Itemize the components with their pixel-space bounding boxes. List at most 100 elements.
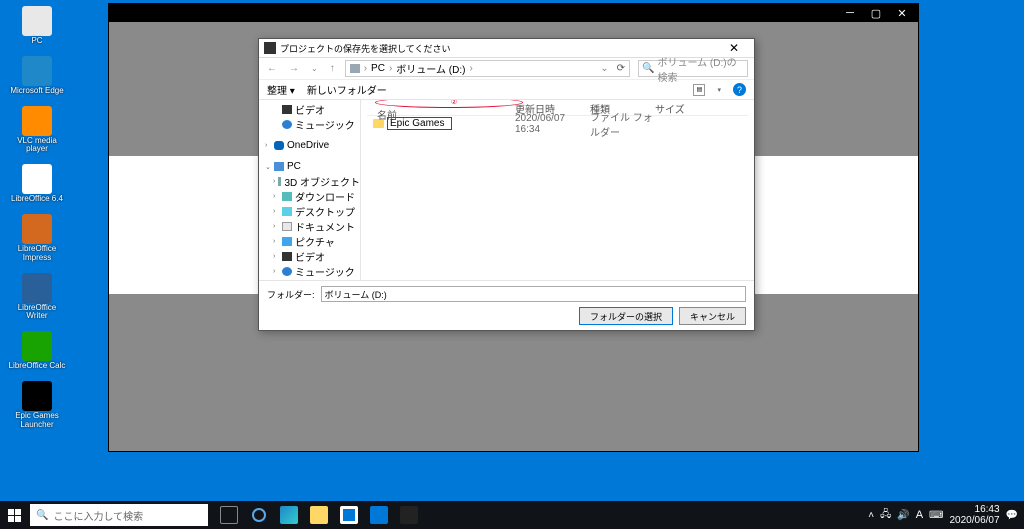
chevron-icon: ›	[265, 142, 271, 149]
desktop-icon-calc[interactable]: LibreOffice Calc	[5, 329, 69, 373]
desktop-icon-edge[interactable]: Microsoft Edge	[5, 54, 69, 98]
refresh-button[interactable]: ⟳	[617, 63, 625, 74]
task-view-button[interactable]	[214, 501, 244, 529]
organize-menu[interactable]: 整理 ▾	[267, 82, 295, 97]
chevron-icon: ›	[273, 223, 279, 230]
window-titlebar: ─ ▢ ✕	[109, 4, 918, 22]
view-options-button[interactable]: ▤	[693, 84, 705, 96]
chevron-icon: ›	[273, 178, 275, 185]
breadcrumb[interactable]: › PC › ボリューム (D:) › ⌄ ⟳	[345, 60, 630, 77]
tree-node[interactable]: ⌄PC	[259, 159, 360, 174]
tray-ime[interactable]: A	[916, 509, 923, 521]
notifications-button[interactable]: 💬	[1006, 510, 1018, 521]
tree-node[interactable]: ›ビデオ	[259, 249, 360, 264]
chevron-icon: ›	[273, 253, 279, 260]
cortana-button[interactable]	[244, 501, 274, 529]
chevron-icon: ›	[273, 208, 279, 215]
maximize-button[interactable]: ▢	[870, 7, 882, 19]
col-name[interactable]: 名前	[377, 111, 397, 122]
edge-icon	[22, 56, 52, 86]
tree-node[interactable]: ›3D オブジェクト	[259, 174, 360, 189]
breadcrumb-dropdown[interactable]: ⌄	[600, 63, 608, 74]
close-button[interactable]: ✕	[896, 7, 908, 19]
dialog-icon	[264, 42, 276, 54]
desktop-icon-impress[interactable]: LibreOffice Impress	[5, 212, 69, 265]
minimize-button[interactable]: ─	[844, 7, 856, 19]
tree-icon	[278, 177, 281, 186]
tree-node[interactable]: ›ドキュメント	[259, 219, 360, 234]
system-tray: ˄ 🖧 🔊 A ⌨ 16:43 2020/06/07 💬	[868, 504, 1024, 526]
epic-icon	[22, 381, 52, 411]
search-input[interactable]: 🔍 ボリューム (D:)の検索	[638, 60, 748, 77]
desktop-icon-vlc[interactable]: VLC media player	[5, 104, 69, 157]
toolbar: 整理 ▾ 新しいフォルダー ▤ ▾ ?	[259, 80, 754, 100]
desktop-icon-lo[interactable]: LibreOffice 6.4	[5, 162, 69, 206]
new-folder-button[interactable]: 新しいフォルダー	[307, 82, 387, 97]
tree-icon	[282, 267, 292, 276]
impress-icon	[22, 214, 52, 244]
taskbar-search[interactable]: 🔍 ここに入力して検索	[30, 504, 208, 526]
nav-back-button[interactable]: ←	[265, 63, 279, 74]
store-taskbar[interactable]	[334, 501, 364, 529]
folder-input[interactable]	[321, 286, 746, 302]
folder-label: フォルダー:	[267, 288, 315, 301]
explorer-taskbar[interactable]	[304, 501, 334, 529]
tree-node[interactable]: ›ピクチャ	[259, 234, 360, 249]
tree-node[interactable]: ›デスクトップ	[259, 204, 360, 219]
nav-row: ← → ⌄ ↑ › PC › ボリューム (D:) › ⌄ ⟳ 🔍 ボリューム …	[259, 58, 754, 80]
chevron-icon: ⌄	[265, 163, 271, 171]
tray-volume-icon[interactable]: 🔊	[897, 510, 909, 521]
cancel-button[interactable]: キャンセル	[679, 307, 746, 325]
start-button[interactable]	[0, 501, 28, 529]
tree-icon	[282, 120, 292, 129]
tree-icon	[282, 207, 292, 216]
help-button[interactable]: ?	[733, 83, 746, 96]
chevron-icon: ›	[273, 268, 279, 275]
chevron-icon: ›	[273, 193, 279, 200]
tree-icon	[274, 162, 284, 171]
desktop-icon-epic[interactable]: Epic Games Launcher	[5, 379, 69, 432]
tree-node[interactable]: ›OneDrive	[259, 138, 360, 153]
tree-node[interactable]: ›ミュージック	[259, 264, 360, 279]
tree-node[interactable]: ›ダウンロード	[259, 189, 360, 204]
tree-icon	[282, 237, 292, 246]
tree-icon	[282, 192, 292, 201]
taskbar-pinned	[214, 501, 424, 529]
tree-icon	[274, 141, 284, 150]
taskbar: 🔍 ここに入力して検索 ˄ 🖧 🔊 A ⌨ 16:43 2020/06/07 💬	[0, 501, 1024, 529]
desktop-icon-pc[interactable]: PC	[5, 4, 69, 48]
nav-recent-button[interactable]: ⌄	[309, 64, 320, 73]
col-size[interactable]: サイズ	[655, 101, 705, 116]
desktop-icon-writer[interactable]: LibreOffice Writer	[5, 271, 69, 324]
nav-forward-button[interactable]: →	[287, 63, 301, 74]
dialog-footer: フォルダー: フォルダーの選択 キャンセル	[259, 280, 754, 330]
select-folder-button[interactable]: フォルダーの選択	[579, 307, 673, 325]
search-icon: 🔍	[642, 63, 654, 74]
tree-icon	[282, 105, 292, 114]
calc-icon	[22, 331, 52, 361]
tree-icon	[282, 222, 292, 231]
epic-taskbar[interactable]	[394, 501, 424, 529]
tray-clock[interactable]: 16:43 2020/06/07	[949, 504, 999, 526]
nav-tree: ビデオミュージック ›OneDrive ⌄PC›3D オブジェクト›ダウンロード›デ…	[259, 100, 361, 280]
tray-network-icon[interactable]: 🖧	[880, 507, 891, 524]
tree-node[interactable]: ビデオ	[259, 102, 360, 117]
nav-up-button[interactable]: ↑	[328, 63, 337, 74]
file-list: ② 名前 更新日時 種類 サイズ Epic Games 2020/06/07 1…	[361, 100, 754, 280]
folder-select-dialog: プロジェクトの保存先を選択してください ✕ ← → ⌄ ↑ › PC › ボリュ…	[258, 38, 755, 331]
edge-taskbar[interactable]	[274, 501, 304, 529]
vlc-icon	[22, 106, 52, 136]
tray-ime-icon[interactable]: ⌨	[929, 510, 943, 521]
lo-icon	[22, 164, 52, 194]
tree-node[interactable]: ›ローカル ディスク (C:)	[259, 279, 360, 280]
mail-taskbar[interactable]	[364, 501, 394, 529]
search-icon: 🔍	[36, 510, 48, 521]
tray-chevron[interactable]: ˄	[868, 510, 874, 521]
annotation-2: ②	[375, 100, 523, 108]
tree-icon	[282, 252, 292, 261]
tree-node[interactable]: ミュージック	[259, 117, 360, 132]
chevron-icon: ›	[273, 238, 279, 245]
dialog-title: プロジェクトの保存先を選択してください	[280, 42, 719, 55]
desktop-icons: PC Microsoft Edge VLC media player LibreOff…	[5, 4, 69, 432]
writer-icon	[22, 273, 52, 303]
